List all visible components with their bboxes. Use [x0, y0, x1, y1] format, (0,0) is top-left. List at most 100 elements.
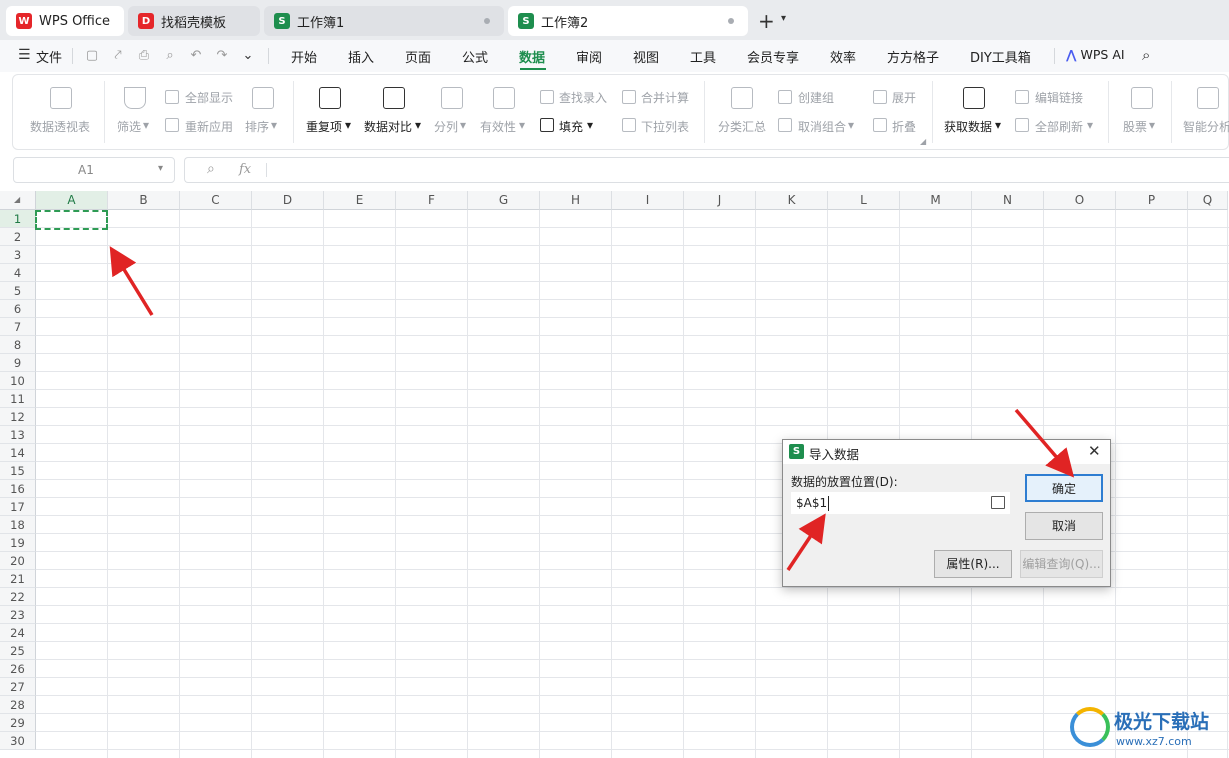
create-group-button[interactable]: 创建组: [798, 89, 834, 106]
column-header[interactable]: D: [252, 191, 324, 210]
row-header[interactable]: 11: [0, 390, 36, 408]
row-header[interactable]: 13: [0, 426, 36, 444]
sort-button[interactable]: 排序: [245, 118, 269, 135]
show-all-icon[interactable]: [165, 90, 179, 104]
filter-icon[interactable]: [124, 87, 146, 109]
row-header[interactable]: 26: [0, 660, 36, 678]
row-header[interactable]: 18: [0, 516, 36, 534]
split-column-icon[interactable]: [441, 87, 463, 109]
column-header[interactable]: L: [828, 191, 900, 210]
column-header[interactable]: A: [36, 191, 108, 210]
data-compare-chevron-icon[interactable]: ▾: [415, 118, 421, 132]
row-header[interactable]: 9: [0, 354, 36, 372]
cancel-button[interactable]: 取消: [1025, 512, 1103, 540]
close-icon[interactable]: ✕: [1088, 442, 1101, 460]
sort-icon[interactable]: [252, 87, 274, 109]
row-header[interactable]: 23: [0, 606, 36, 624]
row-header[interactable]: 6: [0, 300, 36, 318]
fx-icon[interactable]: fx: [239, 162, 251, 177]
dropdown-list-icon[interactable]: [622, 118, 636, 132]
print-icon[interactable]: ⎙: [136, 48, 152, 64]
row-header[interactable]: 10: [0, 372, 36, 390]
row-header[interactable]: 21: [0, 570, 36, 588]
tab-workbook1[interactable]: S 工作簿1: [264, 6, 504, 36]
row-header[interactable]: 16: [0, 480, 36, 498]
refresh-all-chevron-icon[interactable]: ▾: [1087, 118, 1093, 132]
column-header[interactable]: I: [612, 191, 684, 210]
tab-workbook2[interactable]: S 工作簿2: [508, 6, 748, 36]
row-header[interactable]: 29: [0, 714, 36, 732]
smart-analysis-button[interactable]: 智能分析: [1183, 118, 1229, 135]
row-header[interactable]: 28: [0, 696, 36, 714]
filter-button[interactable]: 筛选: [117, 118, 141, 135]
create-group-icon[interactable]: [778, 90, 792, 104]
fill-button[interactable]: 填充: [559, 118, 583, 135]
row-header[interactable]: 24: [0, 624, 36, 642]
menu-tools[interactable]: 工具: [690, 47, 716, 66]
get-data-icon[interactable]: [963, 87, 985, 109]
ungroup-icon[interactable]: [778, 118, 792, 132]
column-header[interactable]: G: [468, 191, 540, 210]
name-box-chevron-icon[interactable]: ▾: [158, 163, 163, 174]
menu-view[interactable]: 视图: [633, 47, 659, 66]
stocks-chevron-icon[interactable]: ▾: [1149, 118, 1155, 132]
show-all-button[interactable]: 全部显示: [185, 89, 233, 106]
name-box[interactable]: A1 ▾: [13, 157, 175, 183]
collapse-button[interactable]: 折叠: [892, 118, 916, 135]
subtotal-button[interactable]: 分类汇总: [718, 118, 766, 135]
subtotal-icon[interactable]: [731, 87, 753, 109]
column-header[interactable]: H: [540, 191, 612, 210]
filter-chevron-icon[interactable]: ▾: [143, 118, 149, 132]
menu-page[interactable]: 页面: [405, 47, 431, 66]
collapse-icon[interactable]: [873, 118, 887, 132]
row-header[interactable]: 30: [0, 732, 36, 750]
column-header[interactable]: Q: [1188, 191, 1228, 210]
ungroup-chevron-icon[interactable]: ▾: [848, 118, 854, 132]
menu-data[interactable]: 数据: [519, 47, 545, 66]
row-header[interactable]: 2: [0, 228, 36, 246]
expand-button[interactable]: 展开: [892, 89, 916, 106]
expand-icon[interactable]: [873, 90, 887, 104]
menu-formula[interactable]: 公式: [462, 47, 488, 66]
column-header[interactable]: C: [180, 191, 252, 210]
column-header[interactable]: M: [900, 191, 972, 210]
row-header[interactable]: 8: [0, 336, 36, 354]
find-entry-icon[interactable]: [540, 90, 554, 104]
smart-analysis-icon[interactable]: [1197, 87, 1219, 109]
refresh-all-icon[interactable]: [1015, 118, 1029, 132]
formula-bar[interactable]: ⌕ fx: [184, 157, 1229, 183]
range-select-icon[interactable]: [991, 496, 1005, 509]
row-header[interactable]: 4: [0, 264, 36, 282]
wps-ai-button[interactable]: ⋀ WPS AI: [1066, 47, 1125, 62]
validity-chevron-icon[interactable]: ▾: [519, 118, 525, 132]
column-header[interactable]: N: [972, 191, 1044, 210]
row-header[interactable]: 7: [0, 318, 36, 336]
row-header[interactable]: 19: [0, 534, 36, 552]
row-header[interactable]: 25: [0, 642, 36, 660]
zoom-formula-icon[interactable]: ⌕: [207, 161, 215, 177]
split-column-button[interactable]: 分列: [434, 118, 458, 135]
menu-member[interactable]: 会员专享: [747, 47, 799, 66]
menu-file[interactable]: 文件: [36, 47, 62, 66]
more-chevron-icon[interactable]: ⌄: [240, 48, 256, 64]
dropdown-list-button[interactable]: 下拉列表: [641, 118, 689, 135]
search-icon[interactable]: ⌕: [1142, 46, 1150, 64]
validity-icon[interactable]: [493, 87, 515, 109]
placement-input[interactable]: $A$1: [791, 492, 1010, 514]
column-header[interactable]: F: [396, 191, 468, 210]
pivot-table-icon[interactable]: [50, 87, 72, 109]
consolidate-icon[interactable]: [622, 90, 636, 104]
stocks-icon[interactable]: [1131, 87, 1153, 109]
reapply-icon[interactable]: [165, 118, 179, 132]
row-header[interactable]: 15: [0, 462, 36, 480]
reapply-button[interactable]: 重新应用: [185, 118, 233, 135]
tab-docer-templates[interactable]: D 找稻壳模板: [128, 6, 260, 36]
select-all-corner[interactable]: ◢: [0, 191, 36, 210]
row-header[interactable]: 12: [0, 408, 36, 426]
tab-list-chevron-icon[interactable]: ▾: [781, 13, 786, 24]
fill-icon[interactable]: [540, 118, 554, 132]
ok-button[interactable]: 确定: [1025, 474, 1103, 502]
duplicates-icon[interactable]: [319, 87, 341, 109]
new-tab-plus-icon[interactable]: +: [758, 9, 775, 33]
column-header[interactable]: B: [108, 191, 180, 210]
